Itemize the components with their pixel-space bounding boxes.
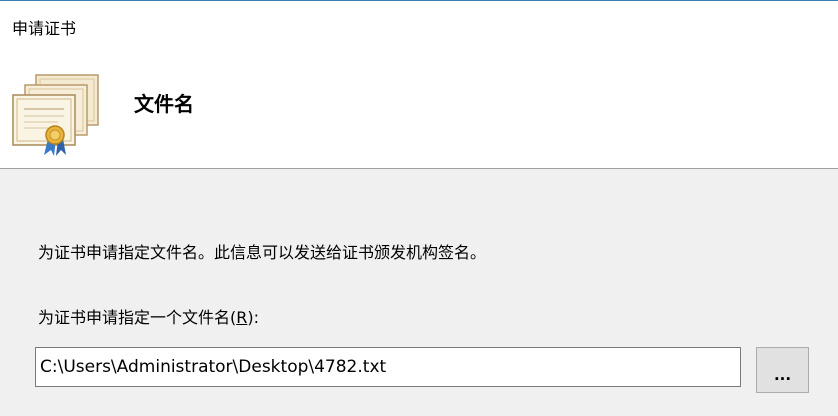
certificate-stack-icon [12,74,99,156]
request-certificate-window: 申请证书 文件名 为证书申请指定文件名。此信息可以发送给证书颁发机构签名。 为证… [0,0,838,416]
file-name-label: 为证书申请指定一个文件名(R): [38,307,259,329]
file-name-label-prefix: 为证书申请指定一个文件名( [38,308,237,327]
wizard-header: 申请证书 文件名 [0,1,838,169]
page-heading: 文件名 [134,92,194,116]
accelerator-key: R [236,308,248,327]
file-path-input[interactable] [35,347,741,387]
wizard-title: 申请证书 [12,19,77,38]
file-name-label-suffix: ): [247,308,260,327]
browse-button[interactable]: ... [756,347,809,393]
description-text: 为证书申请指定文件名。此信息可以发送给证书颁发机构签名。 [38,243,487,262]
